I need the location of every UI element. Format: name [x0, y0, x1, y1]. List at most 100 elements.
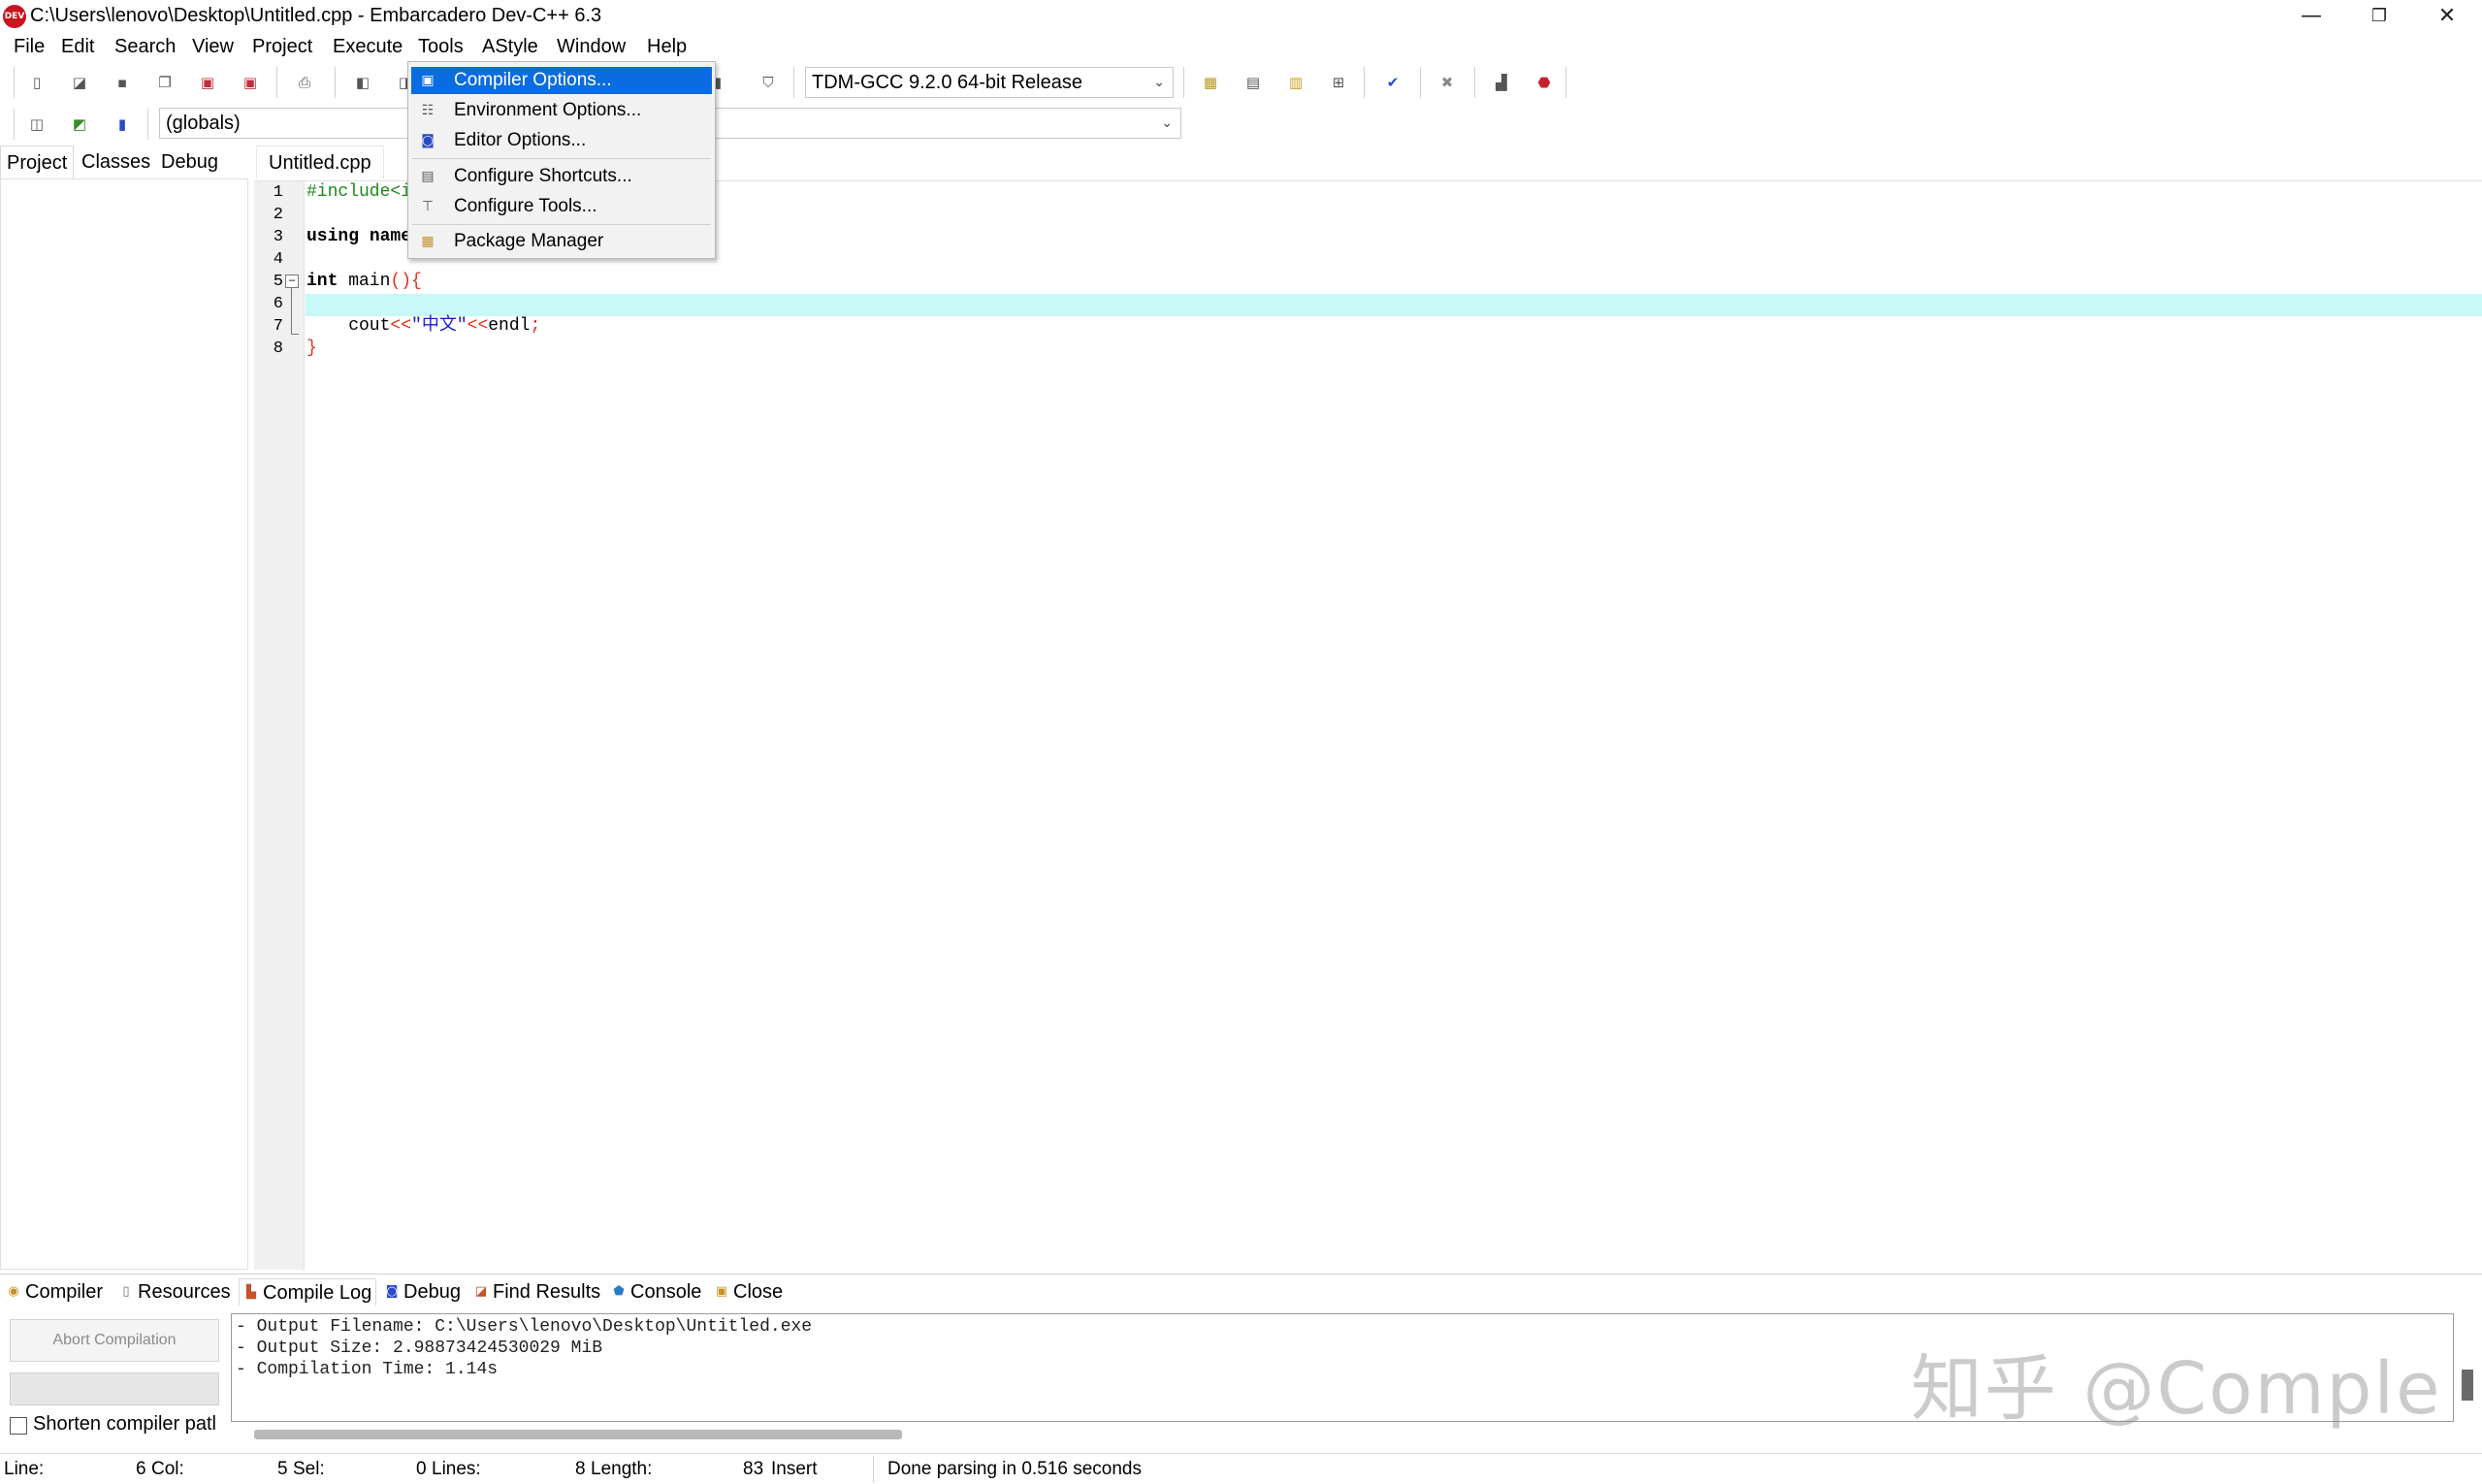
unindent-icon[interactable]: ◩ — [70, 114, 89, 134]
editor-options-icon: ◙ — [421, 133, 435, 148]
toolbar-separator — [1183, 67, 1185, 98]
fold-toggle-icon[interactable]: − — [285, 274, 299, 288]
run-icon[interactable]: ▤ — [1243, 73, 1263, 92]
code-token: int — [306, 272, 338, 291]
menu-item-configure-shortcuts[interactable]: ▤ Configure Shortcuts... — [411, 163, 712, 190]
status-line-value: 6 — [136, 1459, 146, 1479]
abort-compilation-button[interactable]: Abort Compilation — [10, 1319, 219, 1362]
tab-classes[interactable]: Classes — [76, 145, 156, 178]
close-window-button[interactable]: ✕ — [2413, 0, 2481, 32]
close-file-icon[interactable]: ▣ — [198, 73, 217, 92]
menu-item-label: Compiler Options... — [454, 70, 612, 90]
menu-file[interactable]: File — [12, 34, 47, 59]
watermark: 知乎 @Comple — [1911, 1347, 2442, 1431]
compile-log-icon: ▙ — [246, 1285, 256, 1300]
compile-icon[interactable]: ▦ — [1201, 73, 1220, 92]
log-line: - Output Filename: C:\Users\lenovo\Deskt… — [236, 1317, 813, 1337]
profile-icon[interactable]: ▟ — [1492, 73, 1511, 92]
debug-icon: ◙ — [385, 1284, 399, 1299]
toolbar-separator — [14, 67, 16, 98]
menu-help[interactable]: Help — [645, 34, 689, 59]
toolbar-separator — [276, 67, 278, 98]
status-col-label: Col: — [151, 1459, 184, 1479]
tab-label: Compiler — [25, 1281, 104, 1303]
stop-execution-icon[interactable]: ✖ — [1437, 73, 1457, 92]
indent-icon[interactable]: ◫ — [27, 114, 47, 134]
status-lines-value: 8 — [575, 1459, 586, 1479]
file-tab-untitled[interactable]: Untitled.cpp — [256, 145, 384, 178]
find-results-icon: ◪ — [474, 1284, 488, 1299]
status-length-value: 83 — [743, 1459, 764, 1479]
package-manager-icon: ▦ — [421, 234, 435, 249]
compiler-select[interactable]: TDM-GCC 9.2.0 64-bit Release ⌄ — [805, 67, 1174, 98]
tab-debug-output[interactable]: ◙ Debug — [380, 1278, 465, 1306]
bookmark-icon[interactable]: ⛉ — [758, 73, 778, 92]
tab-debug[interactable]: Debug — [155, 145, 224, 178]
tab-project[interactable]: Project — [0, 145, 75, 178]
code-line-1: #include<i — [306, 181, 411, 204]
devcpp-app-icon[interactable]: DEV — [3, 5, 26, 28]
compiler-icon: ◉ — [8, 1284, 19, 1299]
line-number: 2 — [273, 206, 283, 224]
code-editor[interactable]: 1 2 3 4 5 6 7 8 − #include<i using name … — [254, 180, 2482, 1270]
undo-icon[interactable]: ◧ — [353, 73, 372, 92]
tab-find-results[interactable]: ◪ Find Results — [469, 1278, 604, 1306]
menu-execute[interactable]: Execute — [331, 34, 404, 59]
code-token: cout — [306, 316, 391, 336]
line-number: 4 — [273, 250, 283, 269]
status-bar: Line: 6 Col: 5 Sel: 0 Lines: 8 Length: 8… — [0, 1453, 2482, 1484]
new-file-icon[interactable]: ▯ — [27, 73, 47, 92]
status-lines-label: Lines: — [432, 1459, 481, 1479]
menu-item-label: Configure Tools... — [454, 196, 597, 216]
menu-item-label: Package Manager — [454, 231, 604, 251]
close-all-icon[interactable]: ▣ — [241, 73, 260, 92]
horizontal-scrollbar[interactable] — [254, 1430, 902, 1439]
menu-item-editor-options[interactable]: ◙ Editor Options... — [411, 127, 712, 154]
tab-console[interactable]: ⬟ Console — [607, 1278, 705, 1306]
open-file-icon[interactable]: ◪ — [70, 73, 89, 92]
menu-window[interactable]: Window — [555, 34, 628, 59]
project-browser[interactable] — [0, 178, 248, 1270]
toolbar-separator — [1565, 67, 1567, 98]
menu-item-compiler-options[interactable]: ▣ Compiler Options... — [411, 67, 712, 94]
menu-astyle[interactable]: AStyle — [480, 34, 540, 59]
minimize-button[interactable]: — — [2277, 0, 2345, 32]
menu-item-package-manager[interactable]: ▦ Package Manager — [411, 228, 712, 255]
tab-compile-log[interactable]: ▙ Compile Log — [239, 1278, 377, 1306]
tab-compiler[interactable]: ◉ Compiler — [2, 1278, 107, 1306]
current-line-highlight — [306, 294, 2482, 316]
menu-item-environment-options[interactable]: ☷ Environment Options... — [411, 97, 712, 124]
toolbar-separator — [793, 67, 795, 98]
menu-view[interactable]: View — [190, 34, 236, 59]
menu-project[interactable]: Project — [250, 34, 314, 59]
compile-run-icon[interactable]: ▥ — [1286, 73, 1305, 92]
code-token: "中文" — [411, 316, 467, 336]
menu-tools[interactable]: Tools — [416, 34, 466, 59]
print-icon[interactable]: ⎙ — [295, 73, 314, 92]
line-number: 1 — [273, 183, 283, 202]
menu-edit[interactable]: Edit — [59, 34, 96, 59]
toggle-comment-icon[interactable]: ▮ — [113, 114, 132, 134]
rebuild-icon[interactable]: ⊞ — [1329, 73, 1348, 92]
tab-label: Console — [630, 1281, 702, 1303]
code-token: endl — [488, 316, 531, 336]
main-toolbar: ▯ ◪ ▪ ❐ ▣ ▣ ⎙ ◧ ◨ ▮ ⛉ TDM-GCC 9.2.0 64-b… — [0, 63, 1571, 102]
bottom-panel-tabs: ◉ Compiler ▯ Resources ▙ Compile Log ◙ Debug… — [0, 1274, 2482, 1307]
debug-toolbar-icon[interactable]: ⬣ — [1534, 73, 1554, 92]
console-icon: ⬟ — [613, 1284, 625, 1299]
line-number: 6 — [273, 295, 283, 313]
check-syntax-icon[interactable]: ✔ — [1383, 73, 1402, 92]
restore-button[interactable]: ❐ — [2345, 0, 2413, 32]
toolbar-separator — [335, 67, 337, 98]
tab-resources[interactable]: ▯ Resources — [114, 1278, 235, 1306]
left-panel-tabs: Project Classes Debug — [0, 145, 250, 178]
toolbar-separator — [1420, 67, 1422, 98]
shorten-paths-checkbox[interactable] — [10, 1417, 27, 1435]
tab-close-panel[interactable]: ▣ Close — [710, 1278, 787, 1306]
menu-item-configure-tools[interactable]: ⊤ Configure Tools... — [411, 193, 712, 220]
tab-label: Close — [733, 1281, 784, 1303]
save-all-icon[interactable]: ❐ — [155, 73, 175, 92]
save-icon[interactable]: ▪ — [113, 73, 132, 92]
log-scrollbar-thumb[interactable] — [2462, 1370, 2473, 1401]
menu-search[interactable]: Search — [113, 34, 177, 59]
